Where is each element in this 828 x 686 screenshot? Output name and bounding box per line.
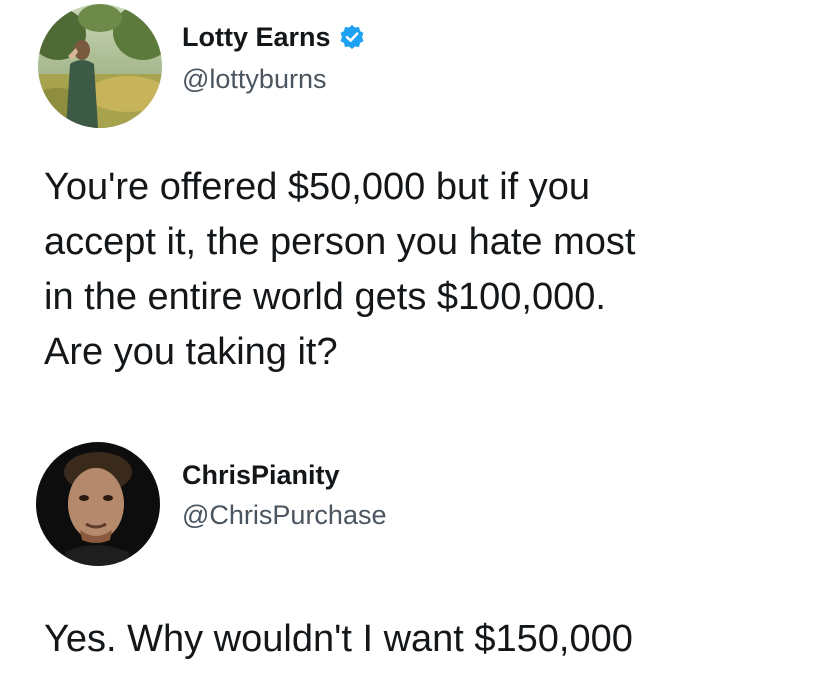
display-name[interactable]: Lotty Earns [182,20,331,54]
avatar-chris[interactable] [36,442,160,566]
display-name-row: ChrisPianity [182,458,340,492]
tweet-lotty[interactable]: Lotty Earns @lottyburns You're offered $… [0,0,828,380]
user-handle[interactable]: @lottyburns [182,62,326,96]
tweet-text-line: You're offered $50,000 but if you [44,166,591,208]
verified-badge-icon [339,24,365,50]
tweet-text-line: Are you taking it? [44,331,338,373]
display-name-row: Lotty Earns [182,20,365,54]
tweet-text: You're offered $50,000 but if you accept… [44,160,635,380]
screenshot-page: Lotty Earns @lottyburns You're offered $… [0,0,828,686]
tweet-text-line: in the entire world gets $100,000. [44,276,606,318]
avatar-lotty[interactable] [38,4,162,128]
tweet-text-line: accept it, the person you hate most [44,221,636,263]
tweet-text: Yes. Why wouldn't I want $150,000 [44,612,633,667]
tweet-chris[interactable]: ChrisPianity @ChrisPurchase Yes. Why wou… [0,430,828,686]
display-name[interactable]: ChrisPianity [182,458,340,492]
user-handle[interactable]: @ChrisPurchase [182,498,386,532]
tweet-text-line: Yes. Why wouldn't I want $150,000 [44,618,633,660]
